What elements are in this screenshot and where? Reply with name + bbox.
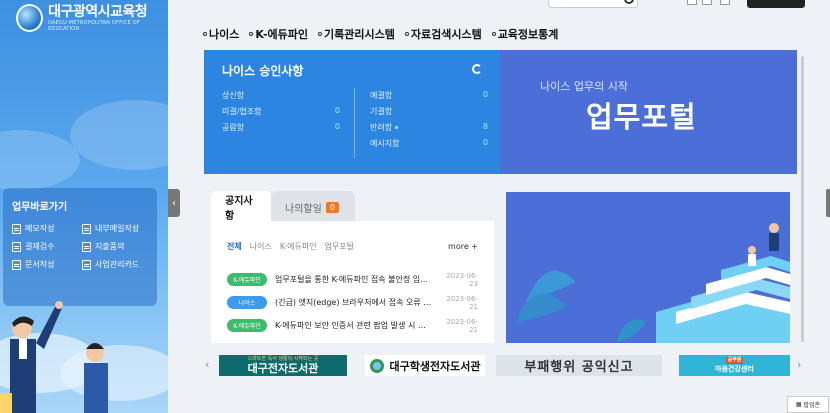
doc-icon <box>12 241 21 252</box>
scrollbar[interactable] <box>801 56 804 342</box>
notice-title[interactable]: (긴급) 엣지(edge) 브라우저에서 접속 오류 시 조... <box>275 297 432 308</box>
sidebar-collapse-button[interactable]: ‹ <box>168 189 180 217</box>
logo-emblem-icon <box>16 4 44 32</box>
notice-item[interactable]: K-에듀파인 K-에듀파인 보안 인증서 관련 팝업 발생 시 조치... 20… <box>227 314 478 337</box>
shortcut-project-card[interactable]: 사업관리카드 <box>82 259 148 270</box>
top-bar <box>180 0 830 12</box>
quick-link-search[interactable]: 자료검색시스템 <box>404 26 482 42</box>
quick-link-kedufine[interactable]: K-에듀파인 <box>249 26 308 42</box>
shortcut-grid: 메모작성 내부메일작성 결재검수 지출품의 문서작성 사업관리카드 <box>12 223 148 270</box>
notice-panel: 공지사항 나의할일 0 전체 나이스 K-에듀파인 업무포털 more + K-… <box>211 191 494 343</box>
sidebar: 대구광역시교육청 DAEGU METROPOLITAN OFFICE OF ED… <box>0 0 168 413</box>
approval-row[interactable]: 미결/협조함 0 <box>222 106 340 122</box>
banner-next-button[interactable]: › <box>797 358 801 371</box>
banner-mental-health-center[interactable]: 공무원 마음건강센터 <box>679 355 790 376</box>
tab-notice[interactable]: 공지사항 <box>211 191 271 223</box>
notice-date: 2023-06-21 <box>446 317 478 334</box>
grid-icon: ▦ <box>795 401 802 408</box>
doc-icon <box>12 259 21 270</box>
approval-title: 나이스 승인사항 <box>222 64 304 78</box>
globe-icon <box>370 358 385 373</box>
notice-item[interactable]: 나이스 (긴급) 엣지(edge) 브라우저에서 접속 오류 시 조... 20… <box>227 291 478 314</box>
portal-subtitle: 나이스 업무의 시작 <box>540 80 628 93</box>
shortcut-memo[interactable]: 메모작성 <box>12 223 78 234</box>
approval-row[interactable]: 기결함 <box>370 106 488 122</box>
notice-date: 2023-06-21 <box>446 294 478 311</box>
category-badge: K-에듀파인 <box>227 273 267 286</box>
shortcut-expense[interactable]: 지출품의 <box>82 241 148 252</box>
people-illustration <box>0 301 168 413</box>
banner-corruption-report[interactable]: 부패행위 공익신고 <box>496 355 662 376</box>
filter-portal[interactable]: 업무포털 <box>325 241 354 252</box>
approval-card: 나이스 승인사항 상신함 미결/협조함 0 공람함 0 예결함 0 기결함 반려함 8 … <box>204 50 500 174</box>
notice-title[interactable]: 업무포털을 통한 K-에듀파인 접속 불안정 임시 조... <box>275 274 432 285</box>
tab-todo[interactable]: 나의할일 0 <box>271 191 355 223</box>
font-reset-icon[interactable] <box>702 0 712 5</box>
quick-link-statistics[interactable]: 교육정보통계 <box>491 26 558 42</box>
right-panel-handle[interactable] <box>826 189 830 217</box>
quick-link-records[interactable]: 기록관리시스템 <box>318 26 395 42</box>
books-illustration-art <box>516 223 790 343</box>
org-name: 대구광역시교육청 <box>48 4 148 20</box>
shortcut-panel: 업무바로가기 메모작성 내부메일작성 결재검수 지출품의 문서작성 사업관리카드 <box>3 188 157 306</box>
divider <box>354 88 355 158</box>
font-decrease-icon[interactable] <box>720 0 730 5</box>
banner-prev-button[interactable]: ‹ <box>205 358 209 371</box>
approval-row[interactable]: 예결함 0 <box>370 90 488 106</box>
shortcut-document[interactable]: 문서작성 <box>12 259 78 270</box>
more-link[interactable]: more + <box>448 242 478 251</box>
bullet-icon <box>404 32 409 36</box>
notice-date: 2023-06-23 <box>446 271 478 288</box>
banner-student-e-library[interactable]: 대구학생전자도서관 <box>365 355 485 376</box>
shortcut-title: 업무바로가기 <box>12 202 68 213</box>
font-increase-icon[interactable] <box>687 0 697 5</box>
approval-row[interactable]: 공람함 0 <box>222 122 340 138</box>
refresh-icon[interactable] <box>472 64 482 74</box>
notice-filters: 전체 나이스 K-에듀파인 업무포털 more + <box>227 241 478 252</box>
books-illustration <box>506 192 790 343</box>
approval-left-list: 상신함 미결/협조함 0 공람함 0 <box>222 90 340 138</box>
notice-item[interactable]: K-에듀파인 업무포털을 통한 K-에듀파인 접속 불안정 임시 조... 20… <box>227 268 478 291</box>
category-badge: 나이스 <box>227 296 267 309</box>
approval-row[interactable]: 반려함 8 <box>370 122 488 138</box>
bullet-icon <box>249 32 254 36</box>
notice-body: 전체 나이스 K-에듀파인 업무포털 more + K-에듀파인 업무포털을 통… <box>211 221 494 343</box>
portal-title: 업무포털 <box>586 100 697 134</box>
approval-right-list: 예결함 0 기결함 반려함 8 예시지함 0 <box>370 90 488 154</box>
approval-row[interactable]: 상신함 <box>222 90 340 106</box>
filter-all[interactable]: 전체 <box>227 241 242 252</box>
shortcut-internal-mail[interactable]: 내부메일작성 <box>82 223 148 234</box>
quick-menu: 나이스 K-에듀파인 기록관리시스템 자료검색시스템 교육정보통계 <box>203 26 558 42</box>
cloud-decoration <box>70 100 168 170</box>
doc-icon <box>82 259 91 270</box>
banner-carousel: ‹ 스마트한 독서 생활이 시작되는 곳 대구전자도서관 대구학생전자도서관 부… <box>203 352 803 378</box>
cloud-decoration <box>0 130 80 190</box>
shortcut-approval-review[interactable]: 결재검수 <box>12 241 78 252</box>
login-button[interactable] <box>747 0 805 8</box>
doc-icon <box>82 241 91 252</box>
org-name-en: DAEGU METROPOLITAN OFFICE OF EDUCATION <box>48 20 140 32</box>
bullet-icon <box>203 32 207 36</box>
work-portal-card[interactable]: 나이스 업무의 시작 업무포털 <box>500 50 797 174</box>
approval-row[interactable]: 예시지함 0 <box>370 138 488 154</box>
todo-count-badge: 0 <box>325 201 339 213</box>
doc-icon <box>12 223 21 234</box>
bullet-icon <box>491 32 496 36</box>
quick-link-neis[interactable]: 나이스 <box>203 26 239 42</box>
category-badge: K-에듀파인 <box>227 319 267 332</box>
filter-neis[interactable]: 나이스 <box>250 241 272 252</box>
filter-kedufine[interactable]: K-에듀파인 <box>280 241 317 252</box>
bullet-icon <box>318 32 322 36</box>
notice-title[interactable]: K-에듀파인 보안 인증서 관련 팝업 발생 시 조치... <box>275 320 432 331</box>
doc-icon <box>82 223 91 234</box>
banner-daegu-e-library[interactable]: 스마트한 독서 생활이 시작되는 곳 대구전자도서관 <box>219 355 347 376</box>
popup-zone-button[interactable]: ▦ 팝업존 <box>787 396 829 413</box>
logo[interactable]: 대구광역시교육청 DAEGU METROPOLITAN OFFICE OF ED… <box>16 4 168 32</box>
new-indicator-icon <box>395 126 399 129</box>
